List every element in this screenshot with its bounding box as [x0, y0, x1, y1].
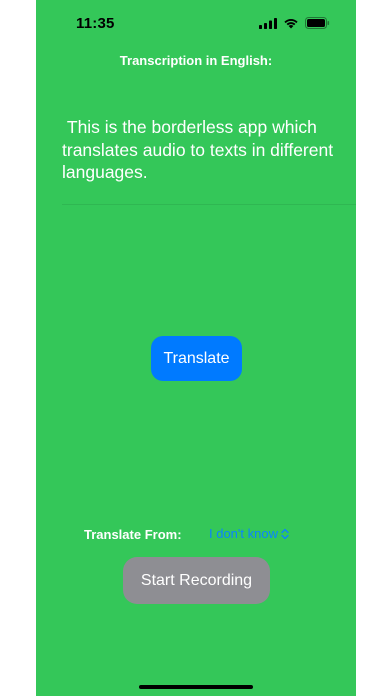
translate-from-label: Translate From: — [84, 527, 182, 542]
chevron-up-down-icon — [281, 528, 289, 539]
signal-icon — [259, 17, 277, 29]
app-screen: 11:35 Transcription in English: This is … — [36, 0, 356, 696]
home-indicator — [139, 685, 253, 689]
status-icons — [259, 17, 330, 29]
page-title: Transcription in English: — [119, 53, 273, 68]
status-time: 11:35 — [76, 15, 115, 32]
battery-icon — [305, 17, 330, 29]
transcription-text: This is the borderless app which transla… — [62, 117, 338, 182]
language-picker[interactable]: I don't know — [209, 526, 289, 541]
status-bar: 11:35 — [36, 0, 356, 46]
divider — [62, 204, 356, 205]
language-picker-value: I don't know — [209, 526, 278, 541]
wifi-icon — [284, 18, 298, 28]
translate-button[interactable]: Translate — [151, 336, 242, 381]
translate-from-row: Translate From: I don't know — [84, 526, 324, 544]
start-recording-button[interactable]: Start Recording — [123, 557, 270, 604]
